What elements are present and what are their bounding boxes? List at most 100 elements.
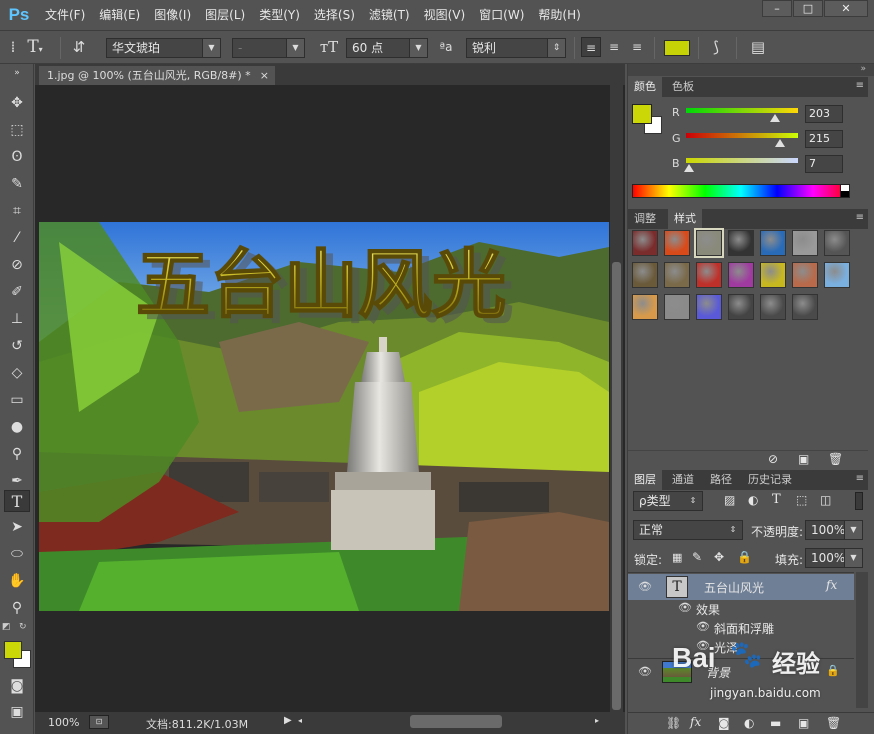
- align-right-icon[interactable]: ≡: [627, 37, 647, 57]
- vertical-scrollbar-thumb[interactable]: [612, 262, 621, 710]
- link-layers-icon[interactable]: ⛓: [666, 716, 681, 730]
- menu-window[interactable]: 窗口(W): [472, 0, 531, 30]
- opacity-field[interactable]: 100% ▼: [805, 520, 863, 540]
- document-image[interactable]: 五台山风光 五台山风光: [39, 222, 609, 611]
- move-tool-icon[interactable]: ✥: [4, 92, 30, 114]
- tab-styles[interactable]: 样式: [668, 209, 702, 229]
- eraser-tool-icon[interactable]: ◇: [4, 362, 30, 384]
- layer-name[interactable]: 背景: [706, 664, 730, 681]
- menu-edit[interactable]: 编辑(E): [92, 0, 147, 30]
- marquee-tool-icon[interactable]: ⬚: [4, 119, 30, 141]
- dodge-tool-icon[interactable]: ⚲: [4, 443, 30, 465]
- visibility-eye-icon[interactable]: 👁: [696, 620, 710, 633]
- close-tab-icon[interactable]: ×: [260, 66, 269, 85]
- delete-layer-icon[interactable]: 🗑: [826, 716, 841, 730]
- g-slider-track[interactable]: [686, 133, 798, 138]
- style-swatch[interactable]: [760, 294, 786, 320]
- align-left-icon[interactable]: ≡: [581, 37, 601, 57]
- visibility-eye-icon[interactable]: 👁: [678, 601, 692, 614]
- tab-color[interactable]: 颜色: [628, 77, 662, 97]
- status-menu-arrow-icon[interactable]: ▶: [284, 715, 292, 726]
- new-group-icon[interactable]: ▬: [770, 716, 781, 730]
- panel-menu-icon[interactable]: ≡: [856, 212, 864, 223]
- black-white-ramp[interactable]: [840, 184, 850, 198]
- menu-image[interactable]: 图像(I): [147, 0, 198, 30]
- menu-view[interactable]: 视图(V): [417, 0, 473, 30]
- default-colors-icon[interactable]: ◩: [2, 622, 11, 632]
- r-slider-track[interactable]: [686, 108, 798, 113]
- font-family-select[interactable]: 华文琥珀 ▼: [106, 38, 221, 58]
- filter-toggle[interactable]: [855, 492, 863, 510]
- style-swatch[interactable]: [824, 230, 850, 256]
- horizontal-scrollbar-thumb[interactable]: [410, 715, 502, 728]
- close-button[interactable]: ✕: [824, 0, 868, 17]
- blend-mode-select[interactable]: 正常 ⇕: [633, 520, 743, 540]
- add-mask-icon[interactable]: ◙: [718, 716, 730, 730]
- layer-kind-filter[interactable]: ρ类型 ⇕: [633, 491, 703, 511]
- lock-position-icon[interactable]: ✥: [714, 550, 724, 564]
- lock-transparent-icon[interactable]: ▦: [672, 551, 682, 564]
- r-value-field[interactable]: 203: [805, 105, 843, 123]
- zoom-tool-icon[interactable]: ⚲: [4, 597, 30, 619]
- maximize-button[interactable]: □: [793, 0, 823, 17]
- filter-adjustment-icon[interactable]: ◐: [748, 493, 758, 507]
- visibility-eye-icon[interactable]: 👁: [638, 580, 652, 593]
- quick-mask-icon[interactable]: ◙: [4, 675, 30, 697]
- panel-menu-icon[interactable]: ≡: [856, 473, 864, 484]
- style-swatch[interactable]: [760, 230, 786, 256]
- layer-effect-bevel[interactable]: 👁 斜面和浮雕: [628, 619, 854, 637]
- lock-all-icon[interactable]: 🔒: [737, 550, 752, 564]
- collapse-icon[interactable]: »: [4, 68, 30, 78]
- layer-row-background[interactable]: 👁 背景 🔒: [628, 658, 854, 684]
- tab-swatches[interactable]: 色板: [666, 77, 700, 97]
- style-swatch[interactable]: [728, 262, 754, 288]
- tab-layers[interactable]: 图层: [628, 470, 662, 490]
- layer-effect-satin[interactable]: 👁 光泽: [628, 638, 854, 656]
- layer-effects-fx-icon[interactable]: fx: [826, 578, 837, 592]
- foreground-color-swatch[interactable]: [4, 641, 22, 659]
- layer-row-text[interactable]: 👁 T 五台山风光 fx: [628, 574, 854, 600]
- ellipse-tool-icon[interactable]: ⬭: [4, 543, 30, 565]
- warp-text-icon[interactable]: ⟆: [706, 37, 726, 57]
- filter-pixel-icon[interactable]: ▨: [724, 493, 735, 507]
- visibility-eye-icon[interactable]: 👁: [696, 639, 710, 652]
- eyedropper-tool-icon[interactable]: ⁄: [4, 227, 30, 249]
- style-swatch[interactable]: [792, 262, 818, 288]
- tab-history[interactable]: 历史记录: [742, 470, 798, 490]
- tab-paths[interactable]: 路径: [704, 470, 738, 490]
- menu-help[interactable]: 帮助(H): [531, 0, 587, 30]
- clear-style-icon[interactable]: ⊘: [768, 452, 778, 466]
- antialias-select[interactable]: 锐利 ⇕: [466, 38, 566, 58]
- add-layer-style-icon[interactable]: fx: [690, 715, 701, 729]
- brush-tool-icon[interactable]: ✐: [4, 281, 30, 303]
- style-swatch[interactable]: [694, 228, 724, 258]
- color-panel-foreground-swatch[interactable]: [632, 104, 652, 124]
- lock-image-icon[interactable]: ✎: [692, 550, 702, 564]
- g-value-field[interactable]: 215: [805, 130, 843, 148]
- screen-mode-icon[interactable]: ▣: [4, 701, 30, 723]
- panel-menu-icon[interactable]: ≡: [856, 80, 864, 91]
- tab-adjustments[interactable]: 调整: [628, 209, 662, 229]
- menu-filter[interactable]: 滤镜(T): [362, 0, 417, 30]
- menu-select[interactable]: 选择(S): [307, 0, 362, 30]
- style-swatch[interactable]: [824, 262, 850, 288]
- style-swatch[interactable]: [664, 294, 690, 320]
- menu-file[interactable]: 文件(F): [38, 0, 92, 30]
- style-swatch[interactable]: [728, 294, 754, 320]
- style-swatch[interactable]: [632, 230, 658, 256]
- align-center-icon[interactable]: ≡: [604, 37, 624, 57]
- path-selection-tool-icon[interactable]: ➤: [4, 516, 30, 538]
- crop-tool-icon[interactable]: ⌗: [4, 200, 30, 222]
- filter-smart-object-icon[interactable]: ◫: [820, 493, 831, 507]
- clone-stamp-tool-icon[interactable]: ⊥: [4, 308, 30, 330]
- pen-tool-icon[interactable]: ✒: [4, 470, 30, 492]
- r-slider-thumb[interactable]: [770, 114, 781, 122]
- style-swatch[interactable]: [792, 230, 818, 256]
- color-spectrum-ramp[interactable]: [632, 184, 850, 198]
- font-size-select[interactable]: 60 点 ▼: [346, 38, 428, 58]
- minimize-button[interactable]: –: [762, 0, 792, 17]
- b-value-field[interactable]: 7: [805, 155, 843, 173]
- dock-collapse-icon[interactable]: »: [628, 64, 874, 76]
- menu-type[interactable]: 类型(Y): [252, 0, 307, 30]
- g-slider-thumb[interactable]: [775, 139, 786, 147]
